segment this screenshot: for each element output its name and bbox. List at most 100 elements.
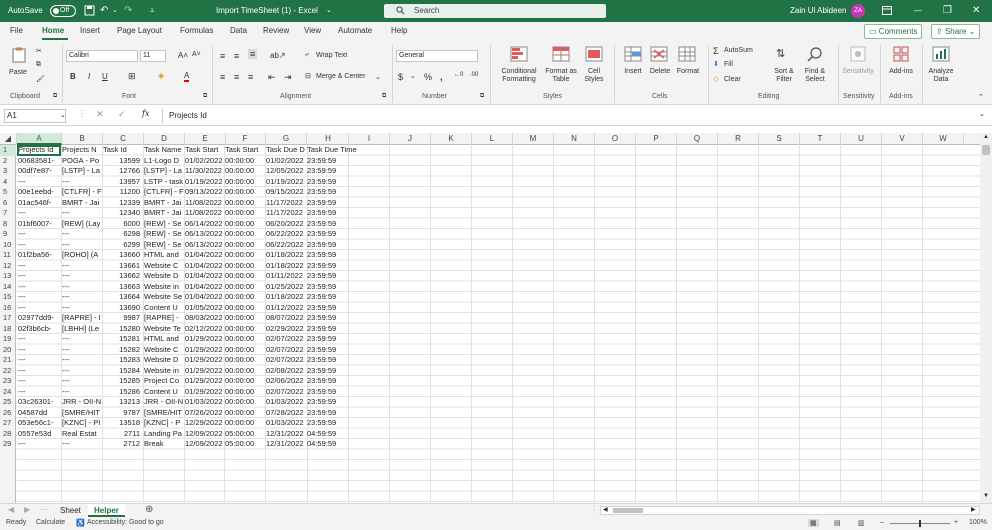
accessibility-status[interactable]: Accessibility: Good to go	[87, 519, 164, 526]
table-cell[interactable]: [REW] (Lay	[62, 219, 103, 230]
table-cell[interactable]: 23:59:59	[307, 261, 369, 272]
table-cell[interactable]: [LSTP] - La	[144, 166, 185, 177]
table-cell[interactable]: 12/09/2022	[185, 429, 226, 440]
row-header[interactable]: 8	[0, 219, 16, 230]
close-icon[interactable]: ✕	[972, 0, 980, 22]
table-cell[interactable]: ---	[62, 261, 103, 272]
row-header[interactable]: 13	[0, 271, 16, 282]
restore-icon[interactable]: ❐	[943, 0, 952, 22]
decrease-font-icon[interactable]: A˅	[192, 51, 201, 58]
table-cell[interactable]: JRR - OII-N	[144, 397, 185, 408]
format-as-table-icon[interactable]	[552, 46, 570, 62]
table-cell[interactable]: ---	[62, 177, 103, 188]
row-header[interactable]: 16	[0, 303, 16, 314]
table-cell[interactable]: 05:00:00	[225, 439, 266, 450]
table-cell[interactable]: 0557e53d	[18, 429, 62, 440]
column-header[interactable]: V	[882, 133, 923, 145]
table-cell[interactable]: Projects N	[62, 145, 103, 156]
table-cell[interactable]: 12340	[103, 208, 143, 219]
undo-icon[interactable]: ↶	[100, 0, 108, 22]
table-cell[interactable]: 02/07/2022	[266, 345, 307, 356]
tab-data[interactable]: Data	[230, 26, 247, 35]
table-cell[interactable]: Website in	[144, 282, 185, 293]
table-cell[interactable]: ---	[18, 334, 62, 345]
sheet-tab-helper[interactable]: Helper	[88, 504, 125, 517]
tab-review[interactable]: Review	[263, 26, 289, 35]
table-cell[interactable]: 23:59:59	[307, 240, 369, 251]
table-cell[interactable]: 15280	[103, 324, 143, 335]
table-cell[interactable]: Website D	[144, 355, 185, 366]
zoom-out-icon[interactable]: –	[880, 519, 884, 526]
table-cell[interactable]: 23:59:59	[307, 219, 369, 230]
table-cell[interactable]: 01/04/2022	[185, 261, 226, 272]
column-header[interactable]: L	[472, 133, 513, 145]
table-cell[interactable]: 23:59:59	[307, 229, 369, 240]
tab-page-layout[interactable]: Page Layout	[117, 26, 162, 35]
add-sheet-icon[interactable]: ⊕	[145, 504, 153, 515]
table-cell[interactable]: 04:59:59	[307, 429, 369, 440]
table-cell[interactable]: [LBHH] (Le	[62, 324, 103, 335]
table-cell[interactable]: 053e56c1-	[18, 418, 62, 429]
analyze-data-icon[interactable]	[932, 46, 950, 62]
column-header[interactable]: H	[308, 133, 349, 145]
collapse-ribbon-icon[interactable]: ⌃	[978, 93, 984, 101]
table-cell[interactable]: Task Id	[103, 145, 143, 156]
borders-icon[interactable]: ⊞	[128, 71, 136, 82]
table-cell[interactable]: POGA - Po	[62, 156, 103, 167]
row-header[interactable]: 5	[0, 187, 16, 198]
row-header[interactable]: 23	[0, 376, 16, 387]
column-header[interactable]: Q	[677, 133, 718, 145]
table-cell[interactable]: Break	[144, 439, 185, 450]
increase-decimal-icon[interactable]: ←0	[454, 72, 463, 78]
table-cell[interactable]: Task Start	[225, 145, 266, 156]
table-cell[interactable]: ---	[18, 240, 62, 251]
align-left-icon[interactable]: ≡	[220, 72, 225, 82]
format-as-table-button[interactable]: Format as Table	[542, 68, 580, 84]
ribbon-display-icon[interactable]	[882, 0, 892, 22]
table-cell[interactable]: 13690	[103, 303, 143, 314]
paste-icon[interactable]	[10, 47, 28, 63]
chevron-down-icon[interactable]: ⌄	[60, 111, 66, 119]
row-header[interactable]: 20	[0, 345, 16, 356]
tab-file[interactable]: File	[10, 26, 23, 35]
scroll-left-icon[interactable]: ◀	[603, 506, 608, 513]
column-header[interactable]: J	[390, 133, 431, 145]
table-cell[interactable]: 00:00:00	[225, 198, 266, 209]
table-cell[interactable]: Website D	[144, 271, 185, 282]
table-cell[interactable]: 06/20/2022	[266, 219, 307, 230]
cell-styles-button[interactable]: Cell Styles	[580, 68, 608, 84]
table-cell[interactable]: 01/19/2022	[266, 177, 307, 188]
row-header[interactable]: 12	[0, 261, 16, 272]
table-cell[interactable]: 23:59:59	[307, 334, 369, 345]
row-header[interactable]: 22	[0, 366, 16, 377]
table-cell[interactable]: 23:59:59	[307, 166, 369, 177]
table-cell[interactable]: 00:00:00	[225, 208, 266, 219]
table-cell[interactable]: 23:59:59	[307, 282, 369, 293]
table-cell[interactable]: 2712	[103, 439, 143, 450]
percent-icon[interactable]: %	[424, 72, 432, 82]
table-cell[interactable]: 13664	[103, 292, 143, 303]
table-cell[interactable]: ---	[62, 355, 103, 366]
bottom-align-icon[interactable]: ≡	[248, 49, 258, 59]
horizontal-scrollbar[interactable]: ◀ ▶	[600, 506, 980, 515]
row-header[interactable]: 18	[0, 324, 16, 335]
table-cell[interactable]: [REW] - Se	[144, 240, 185, 251]
autosave-toggle[interactable]: Off	[50, 5, 76, 17]
table-cell[interactable]: 11/17/2022	[266, 198, 307, 209]
middle-align-icon[interactable]: ≡	[234, 51, 239, 61]
table-cell[interactable]: [REW] - Se	[144, 219, 185, 230]
table-cell[interactable]: 23:59:59	[307, 366, 369, 377]
calculate-button[interactable]: Calculate	[36, 519, 65, 526]
row-header[interactable]: 29	[0, 439, 16, 450]
align-right-icon[interactable]: ≡	[248, 72, 253, 82]
eraser-icon[interactable]: ◇	[713, 75, 718, 83]
delete-cells-icon[interactable]	[650, 46, 668, 62]
table-cell[interactable]: [RAPRE] -	[144, 313, 185, 324]
table-cell[interactable]: 01/29/2022	[185, 355, 226, 366]
column-header[interactable]: P	[636, 133, 677, 145]
table-cell[interactable]: Website Se	[144, 292, 185, 303]
bold-icon[interactable]: B	[70, 72, 76, 81]
row-header[interactable]: 19	[0, 334, 16, 345]
table-cell[interactable]: 00:00:00	[225, 345, 266, 356]
table-cell[interactable]: 13518	[103, 418, 143, 429]
